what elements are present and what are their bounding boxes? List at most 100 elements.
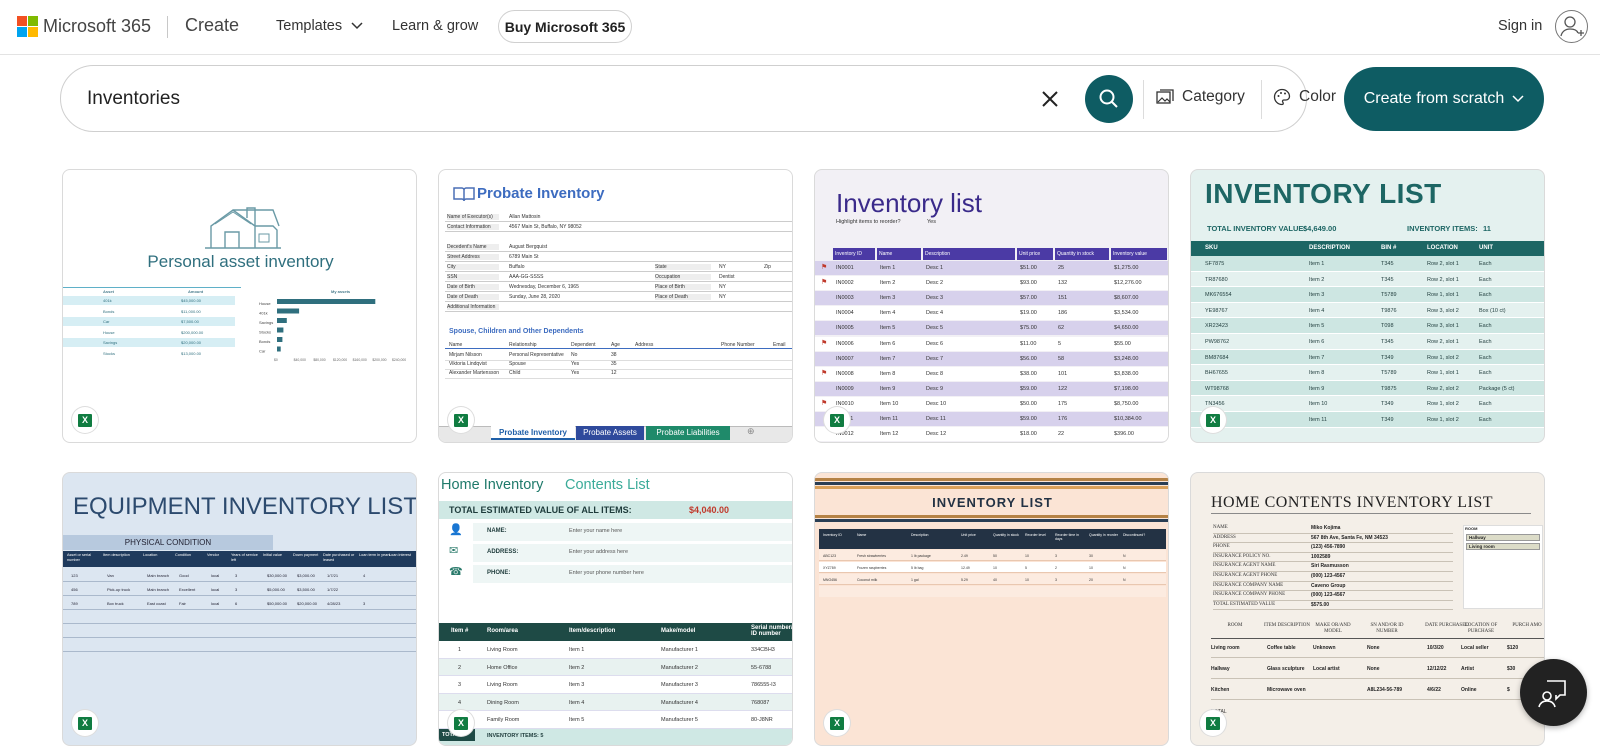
table-row <box>63 296 235 305</box>
form-label: PHONE: <box>487 570 511 576</box>
table-cell: East coast <box>147 601 166 606</box>
col-header: Quantity in reorder <box>1089 533 1118 537</box>
table-cell: Desc 12 <box>926 431 947 438</box>
room-item[interactable]: Hallway <box>1466 534 1540 541</box>
template-card-inventory-list[interactable]: Inventory list Highlight items to reorde… <box>814 169 1169 443</box>
card-title: Home Inventory <box>441 477 544 493</box>
table-cell: Local artist <box>1313 666 1340 672</box>
table-row <box>1191 334 1544 350</box>
table-cell: Item 4 <box>569 699 585 706</box>
form-label: NAME <box>1213 525 1228 530</box>
col-header: Asset <box>103 289 114 294</box>
clear-search-icon[interactable] <box>1041 90 1059 108</box>
col-header: Dependent <box>571 342 596 348</box>
room-label: ROOM <box>1465 526 1478 531</box>
table-cell: IN0005 <box>836 325 854 332</box>
highlight-value: Yes <box>927 219 936 225</box>
buy-microsoft-365-button[interactable]: Buy Microsoft 365 <box>498 10 632 43</box>
bar-label: House <box>259 301 271 306</box>
table-cell: $ <box>1507 687 1510 693</box>
table-cell: $45,000.00 <box>181 298 202 303</box>
table-cell: Each <box>1479 370 1492 377</box>
nav-learn-grow[interactable]: Learn & grow <box>392 18 478 34</box>
room-item[interactable]: Living room <box>1466 543 1540 550</box>
search-input[interactable]: Inventories <box>87 88 180 110</box>
table-cell: 2.49 <box>961 554 968 558</box>
divider <box>1211 513 1531 514</box>
nav-templates[interactable]: Templates <box>276 18 363 34</box>
table-cell: Fresh strawberries <box>857 554 886 558</box>
total-value: $4,649.00 <box>1303 224 1337 233</box>
template-card-home-inventory[interactable]: Home Inventory Contents List TOTAL ESTIM… <box>438 472 793 746</box>
table-cell: None <box>1367 645 1380 651</box>
table-cell: Row 1, slot 2 <box>1427 401 1459 408</box>
col-header: Condition <box>175 553 192 557</box>
form-value: Sunday, June 28, 2020 <box>509 294 561 300</box>
table-cell: 5 <box>1025 566 1027 570</box>
card-title: EQUIPMENT INVENTORY LIST <box>73 493 417 520</box>
col-header: Location <box>143 553 158 557</box>
table-cell: ABC123 <box>823 554 837 558</box>
create-from-scratch-button[interactable]: Create from scratch <box>1344 67 1544 131</box>
table-cell: 132 <box>1058 280 1068 287</box>
stripe <box>815 519 1168 522</box>
sheet-tab[interactable]: Probate Liabilities <box>646 426 730 440</box>
table-cell: 2 <box>458 664 462 671</box>
form-row <box>473 544 792 562</box>
template-card-equipment-inventory-list[interactable]: EQUIPMENT INVENTORY LIST PHYSICAL CONDIT… <box>62 472 417 746</box>
table-cell: $51.00 <box>1020 265 1037 271</box>
sheet-tab[interactable]: Probate Assets <box>576 426 644 440</box>
template-card-personal-asset-inventory[interactable]: Personal asset inventory Asset Amount My… <box>62 169 417 443</box>
form-value: Buffalo <box>509 264 525 270</box>
template-card-inventory-list-teal[interactable]: INVENTORY LIST TOTAL INVENTORY VALUE: $4… <box>1190 169 1545 443</box>
section-title[interactable]: Create <box>185 15 239 36</box>
table-cell: Car <box>103 319 110 324</box>
table-header-row <box>819 529 1166 549</box>
microsoft-logo-icon[interactable] <box>17 16 38 37</box>
form-label: INSURANCE AGENT PHONE <box>1213 573 1278 578</box>
col-header: Unit price <box>1017 248 1053 260</box>
table-cell: 20 <box>1089 578 1093 582</box>
table-cell: Desc 10 <box>926 400 947 407</box>
divider <box>1213 599 1453 601</box>
table-cell: Desc 1 <box>926 265 944 271</box>
form-label: Contact Information <box>447 224 499 230</box>
bar <box>277 327 284 333</box>
feedback-button[interactable] <box>1520 659 1587 726</box>
table-cell: Living room <box>1211 645 1240 651</box>
template-card-home-contents-inventory[interactable]: HOME CONTENTS INVENTORY LIST NAME Miko Ko… <box>1190 472 1545 746</box>
category-filter-button[interactable]: Category <box>1156 88 1245 106</box>
color-filter-button[interactable]: Color <box>1273 88 1336 106</box>
col-header: SKU <box>1205 245 1218 251</box>
search-button[interactable] <box>1085 75 1133 123</box>
total-value: $4,040.00 <box>689 505 730 515</box>
table-cell: $75.00 <box>1020 325 1037 332</box>
col-header: Down payment <box>293 553 319 557</box>
form-label: Date of Death <box>447 294 499 300</box>
col-header: Address <box>635 342 654 348</box>
table-row <box>63 317 235 326</box>
form-value: Enter your phone number here <box>569 570 644 576</box>
form-label: NAME: <box>487 528 507 534</box>
sheet-tab[interactable]: Probate Inventory <box>491 426 575 440</box>
table-cell: Dining Room <box>487 699 519 706</box>
table-cell: Row 2, slot 1 <box>1427 276 1459 283</box>
table-cell: BH67655 <box>1205 370 1228 377</box>
bar <box>277 318 287 323</box>
table-cell: 6 <box>235 601 238 606</box>
form-value: NY <box>719 284 726 290</box>
table-cell: $3,248.00 <box>1114 355 1139 362</box>
table-cell: $8,750.00 <box>1114 400 1139 407</box>
template-card-inventory-list-peach[interactable]: INVENTORY LIST Inventory ID Name Descripti… <box>814 472 1169 746</box>
card-title: HOME CONTENTS INVENTORY LIST <box>1211 494 1493 511</box>
col-header: Discontinued? <box>1123 533 1146 537</box>
table-cell: 101 <box>1058 370 1068 377</box>
table-cell: Each <box>1479 354 1492 361</box>
account-avatar-icon[interactable] <box>1555 10 1588 43</box>
sign-in-link[interactable]: Sign in <box>1498 18 1542 34</box>
col-header: Loan interest <box>389 553 411 557</box>
table-cell: Item 3 <box>569 682 585 688</box>
brand-name[interactable]: Microsoft 365 <box>43 16 151 37</box>
table-cell: 50 <box>993 554 997 558</box>
template-card-probate-inventory[interactable]: Probate Inventory Name of Executor(s) All… <box>438 169 793 443</box>
